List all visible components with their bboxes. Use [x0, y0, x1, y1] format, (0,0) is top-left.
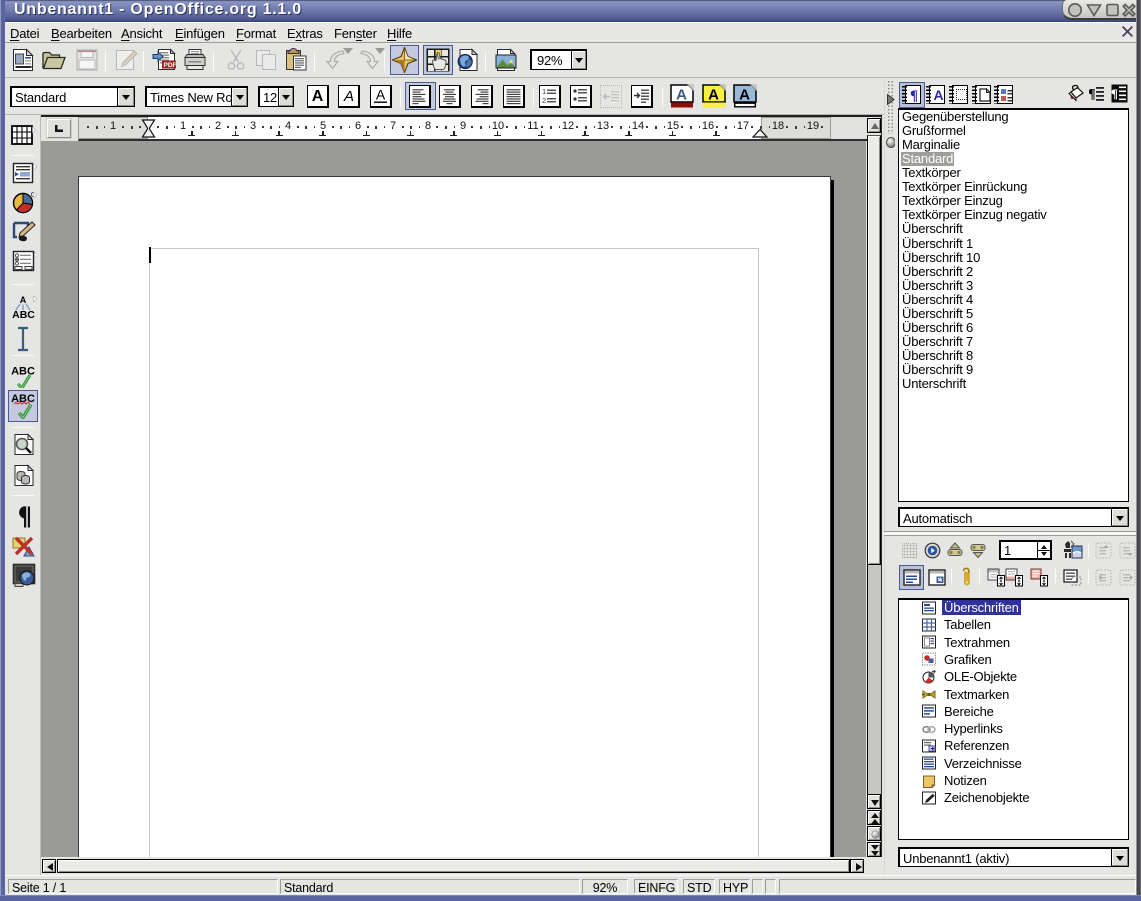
svg-text:A: A	[676, 87, 687, 104]
svg-text:ABC: ABC	[11, 366, 35, 378]
svg-text:¶: ¶	[1111, 86, 1118, 101]
svg-text:A: A	[708, 87, 719, 104]
svg-text:2: 2	[542, 96, 546, 105]
svg-text:A: A	[933, 87, 943, 102]
svg-text:A: A	[312, 88, 324, 105]
svg-text:1: 1	[542, 87, 546, 96]
svg-text:PDF: PDF	[164, 62, 177, 69]
svg-text:A: A	[343, 88, 354, 105]
svg-text:ABC: ABC	[12, 309, 35, 319]
svg-text:¶: ¶	[910, 88, 918, 102]
svg-text:A: A	[376, 87, 386, 103]
svg-text:¶: ¶	[1089, 87, 1096, 102]
svg-text:A: A	[739, 87, 750, 104]
svg-text:A: A	[20, 295, 27, 305]
